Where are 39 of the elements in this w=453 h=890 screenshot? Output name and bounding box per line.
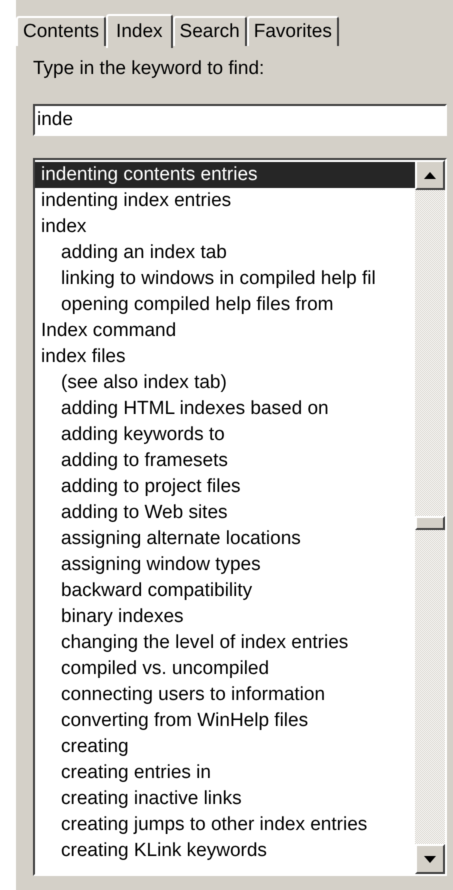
index-entry[interactable]: linking to windows in compiled help fil (35, 266, 415, 292)
index-entry[interactable]: creating (35, 734, 415, 760)
keyword-field[interactable]: inde (33, 104, 447, 136)
tab[interactable]: Contents (16, 16, 106, 46)
index-entry[interactable]: opening compiled help files from (35, 292, 415, 318)
index-entry[interactable]: creating inactive links (35, 786, 415, 812)
index-entry[interactable]: connecting users to information (35, 682, 415, 708)
index-entry[interactable]: Index command (35, 318, 415, 344)
up-arrow-icon (424, 172, 436, 178)
index-entry[interactable]: assigning window types (35, 552, 415, 578)
down-arrow-icon (424, 856, 436, 862)
index-entry[interactable]: adding keywords to (35, 422, 415, 448)
tab[interactable]: Search (172, 16, 247, 46)
scrollbar[interactable] (415, 160, 445, 874)
index-entry[interactable]: adding HTML indexes based on (35, 396, 415, 422)
index-entry[interactable]: index files (35, 344, 415, 370)
index-entry[interactable]: adding an index tab (35, 240, 415, 266)
scroll-thumb[interactable] (415, 516, 445, 530)
index-entry[interactable]: adding to Web sites (35, 500, 415, 526)
keyword-label: Type in the keyword to find: (33, 58, 266, 81)
index-entry[interactable]: adding to project files (35, 474, 415, 500)
index-entry[interactable]: binary indexes (35, 604, 415, 630)
tab[interactable]: Favorites (246, 16, 339, 46)
scroll-down-button[interactable] (415, 844, 445, 874)
index-entry[interactable]: indenting index entries (35, 188, 415, 214)
index-entry[interactable]: creating KLink keywords (35, 838, 415, 864)
index-entry[interactable]: indenting contents entries (35, 162, 415, 188)
tab[interactable]: Index (106, 14, 173, 48)
index-entry[interactable]: adding to framesets (35, 448, 415, 474)
index-entry[interactable]: converting from WinHelp files (35, 708, 415, 734)
index-entry[interactable]: creating jumps to other index entries (35, 812, 415, 838)
scroll-up-button[interactable] (415, 160, 445, 190)
index-entry[interactable]: index (35, 214, 415, 240)
index-entry[interactable]: creating entries in (35, 760, 415, 786)
index-entry[interactable]: compiled vs. uncompiled (35, 656, 415, 682)
index-entry[interactable]: assigning alternate locations (35, 526, 415, 552)
index-entry[interactable]: backward compatibility (35, 578, 415, 604)
index-entry[interactable]: (see also index tab) (35, 370, 415, 396)
index-entry[interactable]: changing the level of index entries (35, 630, 415, 656)
